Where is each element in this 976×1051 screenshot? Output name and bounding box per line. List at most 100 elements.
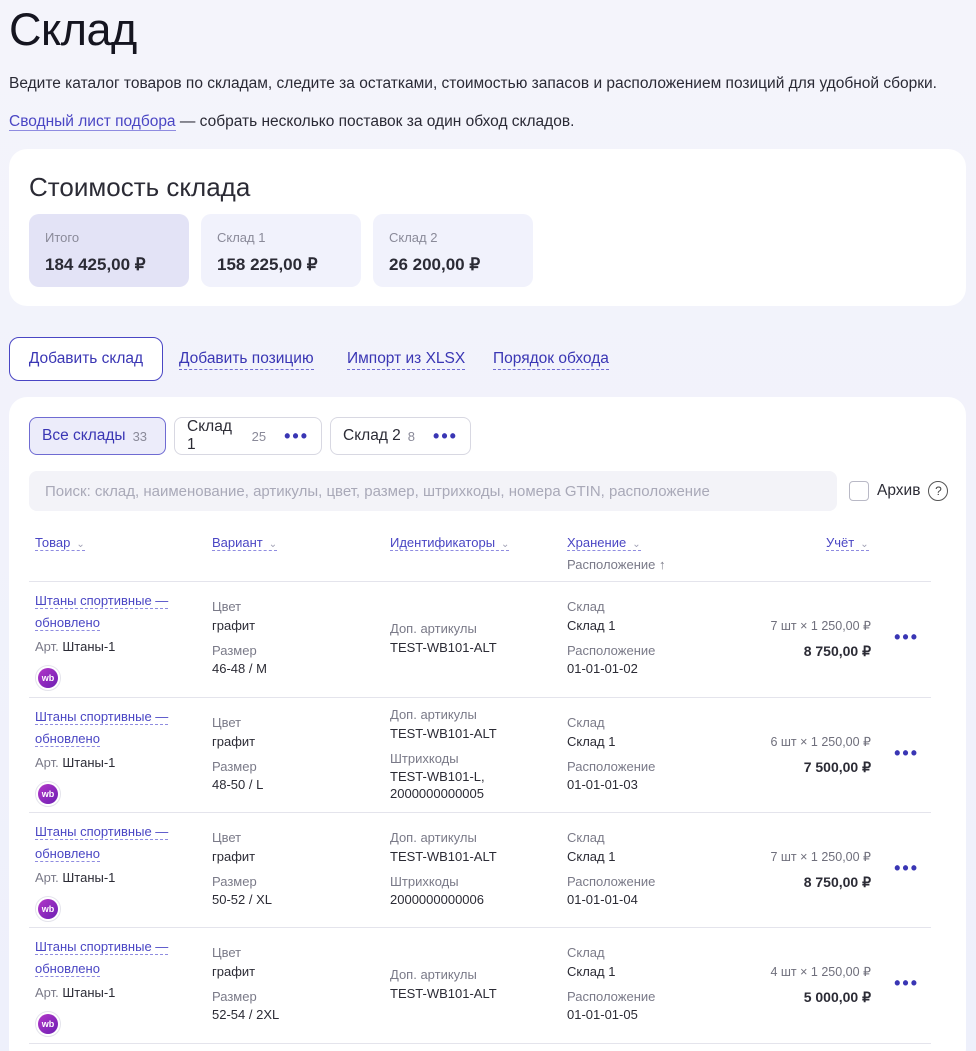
more-icon[interactable]: ••• xyxy=(894,627,919,648)
warehouse-value: Склад 1 xyxy=(567,849,616,864)
article-prefix: Арт. xyxy=(35,639,59,654)
chevron-down-icon: ⌄ xyxy=(268,539,278,550)
quantity-price: 4 шт × 1 250,00 ₽ xyxy=(770,965,871,979)
barcodes-value: 2000000000005 xyxy=(390,786,484,801)
archive-checkbox[interactable] xyxy=(849,481,869,501)
search-input[interactable] xyxy=(29,471,837,511)
column-product[interactable]: Товар ⌄ xyxy=(35,535,85,551)
column-identifiers[interactable]: Идентификаторы ⌄ xyxy=(390,535,510,551)
product-article: Арт. Штаны-1 xyxy=(35,755,115,770)
value-tile-warehouse-1[interactable]: Склад 1 158 225,00 ₽ xyxy=(201,214,361,287)
size-value: 48-50 / L xyxy=(212,777,264,792)
total-sum: 5 000,00 ₽ xyxy=(803,989,871,1005)
tab-label: Склад 1 xyxy=(187,418,232,453)
product-article: Арт. Штаны-1 xyxy=(35,639,115,654)
product-link[interactable]: Штаны спортивные — обновлено xyxy=(35,936,175,980)
extra-articles-value: TEST-WB101-ALT xyxy=(390,986,497,1001)
extra-articles-label: Доп. артикулы xyxy=(390,967,477,982)
more-icon[interactable]: ••• xyxy=(894,743,919,764)
size-label: Размер xyxy=(212,643,257,658)
location-value: 01-01-01-02 xyxy=(567,661,638,676)
more-icon[interactable]: ••• xyxy=(894,858,919,879)
size-value: 50-52 / XL xyxy=(212,892,272,907)
warehouse-value: Склад 1 xyxy=(567,618,616,633)
warehouse-label: Склад xyxy=(567,945,605,960)
more-icon[interactable]: ••• xyxy=(284,426,309,447)
column-storage[interactable]: Хранение ⌄ xyxy=(567,535,641,551)
location-label: Расположение xyxy=(567,759,656,774)
barcodes-value: TEST-WB101-L, xyxy=(390,769,485,784)
wb-logo: wb xyxy=(38,1014,58,1034)
tab-all-warehouses[interactable]: Все склады 33 xyxy=(29,417,166,455)
column-variant[interactable]: Вариант ⌄ xyxy=(212,535,278,551)
wb-marketplace-icon: wb xyxy=(35,1011,61,1037)
tab-warehouse-1[interactable]: Склад 1 25 ••• xyxy=(174,417,322,455)
barcodes-value: 2000000000006 xyxy=(390,892,484,907)
article-prefix: Арт. xyxy=(35,985,59,1000)
help-icon[interactable]: ? xyxy=(928,481,949,501)
picklist-link[interactable]: Сводный лист подбора xyxy=(9,113,176,131)
location-value: 01-01-01-03 xyxy=(567,777,638,792)
location-label: Расположение xyxy=(567,643,656,658)
product-name-line: обновлено xyxy=(35,961,100,977)
tab-warehouse-2[interactable]: Склад 2 8 ••• xyxy=(330,417,471,455)
column-account[interactable]: Учёт ⌄ xyxy=(826,535,869,551)
size-value: 52-54 / 2XL xyxy=(212,1007,280,1022)
extra-articles-label: Доп. артикулы xyxy=(390,707,477,722)
product-name-line: обновлено xyxy=(35,615,100,631)
add-warehouse-button[interactable]: Добавить склад xyxy=(9,337,163,381)
extra-articles-value: TEST-WB101-ALT xyxy=(390,640,497,655)
product-name-line: Штаны спортивные — xyxy=(35,824,169,840)
quantity-price: 6 шт × 1 250,00 ₽ xyxy=(770,735,871,749)
extra-articles-label: Доп. артикулы xyxy=(390,830,477,845)
warehouse-value-card: Стоимость склада Итого 184 425,00 ₽ Скла… xyxy=(9,149,966,306)
chevron-down-icon: ⌄ xyxy=(860,539,869,550)
extra-articles-label: Доп. артикулы xyxy=(390,621,477,636)
location-label: Расположение xyxy=(567,989,656,1004)
tab-count: 8 xyxy=(407,428,416,444)
product-link[interactable]: Штаны спортивные — обновлено xyxy=(35,706,175,750)
product-link[interactable]: Штаны спортивные — обновлено xyxy=(35,821,175,865)
article-value: Штаны-1 xyxy=(62,985,116,1000)
extra-articles-value: TEST-WB101-ALT xyxy=(390,726,497,741)
column-label: Товар xyxy=(35,535,71,550)
value-tile-total[interactable]: Итого 184 425,00 ₽ xyxy=(29,214,189,287)
barcodes-label: Штрихкоды xyxy=(390,751,459,766)
warehouse-value-title: Стоимость склада xyxy=(29,172,251,202)
warehouse-value: Склад 1 xyxy=(567,734,616,749)
extra-articles-value: TEST-WB101-ALT xyxy=(390,849,497,864)
quantity-price: 7 шт × 1 250,00 ₽ xyxy=(770,850,871,864)
total-sum: 7 500,00 ₽ xyxy=(803,759,871,775)
column-location-sort[interactable]: Расположение ↑ xyxy=(567,557,665,572)
color-value: графит xyxy=(212,849,256,864)
warehouse-label: Склад xyxy=(567,599,605,614)
tab-label: Склад 2 xyxy=(343,427,401,444)
more-icon[interactable]: ••• xyxy=(894,973,919,994)
color-label: Цвет xyxy=(212,715,242,730)
size-label: Размер xyxy=(212,989,257,1004)
table-row: Штаны спортивные — обновлено Арт. Штаны-1… xyxy=(29,812,931,928)
wb-marketplace-icon: wb xyxy=(35,781,61,807)
product-link[interactable]: Штаны спортивные — обновлено xyxy=(35,590,175,634)
import-xlsx-link[interactable]: Импорт из XLSX xyxy=(347,350,466,370)
article-value: Штаны-1 xyxy=(62,639,116,654)
value-tile-warehouse-2[interactable]: Склад 2 26 200,00 ₽ xyxy=(373,214,533,287)
chevron-down-icon: ⌄ xyxy=(76,539,85,550)
total-sum: 8 750,00 ₽ xyxy=(803,874,871,890)
more-icon[interactable]: ••• xyxy=(433,426,458,447)
add-position-link[interactable]: Добавить позицию xyxy=(179,350,314,370)
location-value: 01-01-01-05 xyxy=(567,1007,638,1022)
picklist-text: — собрать несколько поставок за один обх… xyxy=(175,113,575,130)
tile-value: 26 200,00 ₽ xyxy=(389,255,481,274)
table-divider xyxy=(29,1043,931,1044)
wb-marketplace-icon: wb xyxy=(35,665,61,691)
chevron-down-icon: ⌄ xyxy=(501,539,510,550)
tile-label: Склад 1 xyxy=(217,230,266,245)
product-name-line: обновлено xyxy=(35,846,100,862)
archive-label: Архив xyxy=(877,482,921,499)
product-article: Арт. Штаны-1 xyxy=(35,870,115,885)
route-order-link[interactable]: Порядок обхода xyxy=(493,350,609,370)
barcodes-label: Штрихкоды xyxy=(390,874,459,889)
table-row: Штаны спортивные — обновлено Арт. Штаны-1… xyxy=(29,581,931,697)
tab-label: Все склады xyxy=(42,427,126,444)
